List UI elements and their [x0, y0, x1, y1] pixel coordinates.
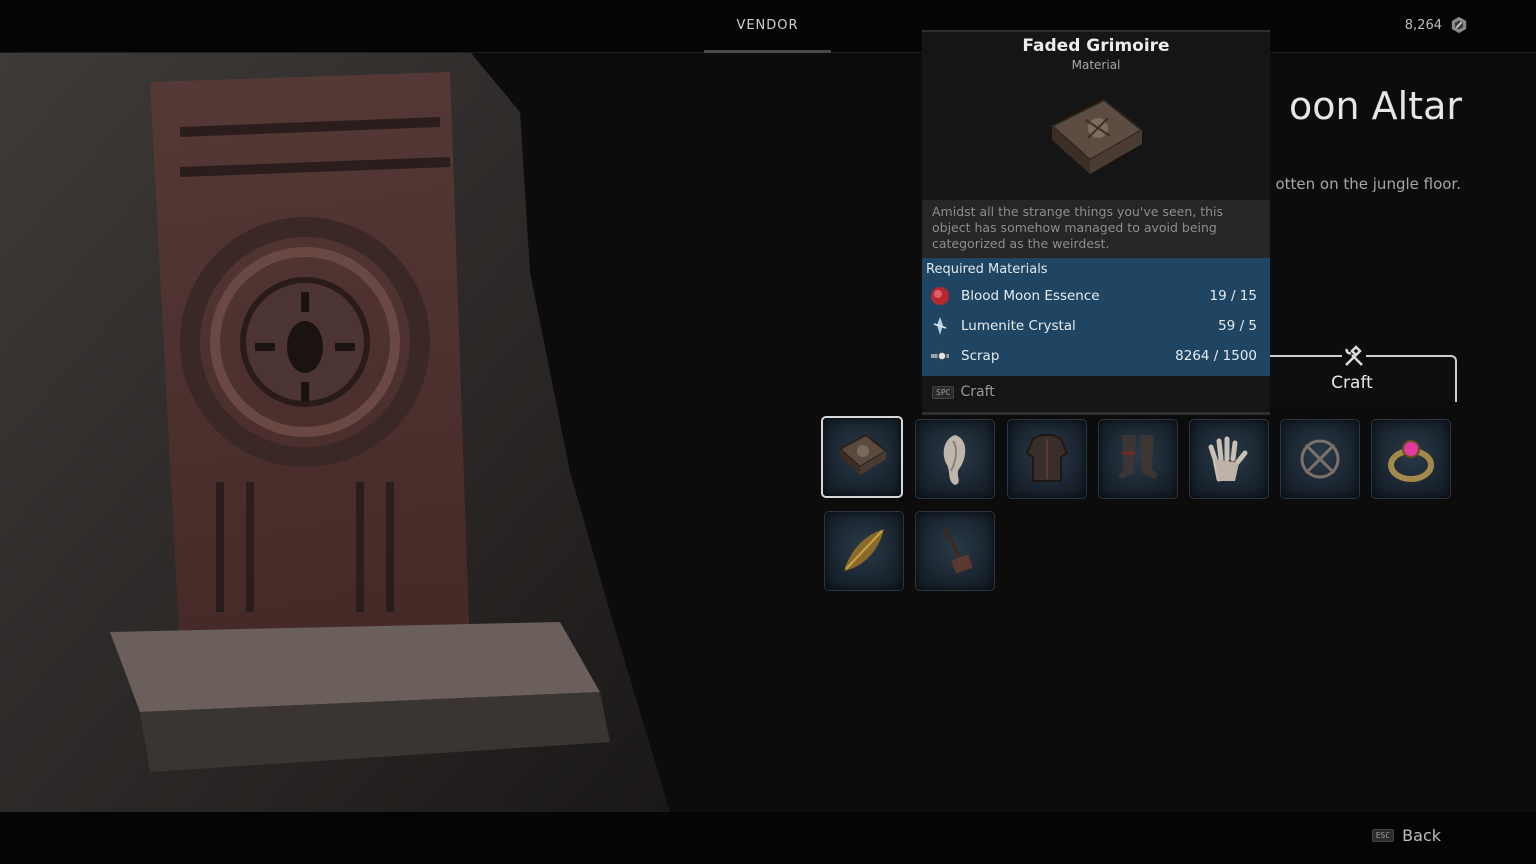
mallet-icon: [943, 528, 973, 574]
currency-value: 8,264: [1404, 17, 1442, 33]
tooltip-description: Amidst all the strange things you've see…: [932, 204, 1223, 251]
item-slot-ring[interactable]: [1371, 419, 1451, 499]
lumenite-crystal-icon: [933, 317, 947, 335]
craft-tab[interactable]: Craft: [1262, 345, 1457, 402]
tooltip-description-box: Amidst all the strange things you've see…: [922, 200, 1270, 258]
chest-armor-icon: [1025, 434, 1069, 482]
item-slot-gloves[interactable]: [1189, 419, 1269, 499]
currency-display: 8,264: [1405, 16, 1468, 34]
material-row: Scrap 8264 / 1500: [922, 342, 1270, 370]
vendor-title: oon Altar: [1288, 84, 1462, 128]
golden-feather-icon: [844, 529, 884, 571]
crossed-ring-amulet-icon: [1300, 439, 1340, 479]
required-materials-title: Required Materials: [926, 262, 1048, 277]
item-tooltip: Faded Grimoire Material Amidst all the s…: [922, 30, 1270, 415]
item-slot-hair[interactable]: [915, 419, 995, 499]
spacebar-key-hint: SPC: [932, 385, 955, 399]
item-slot-leg-armor[interactable]: [1098, 419, 1178, 499]
material-row: Blood Moon Essence 19 / 15: [922, 282, 1270, 310]
vendor-description: otten on the jungle floor.: [1275, 175, 1461, 193]
pink-gem-ring-icon: [1388, 440, 1434, 482]
hair-item-icon: [943, 435, 966, 485]
faded-grimoire-image: [1050, 98, 1144, 174]
grimoire-icon: [838, 433, 888, 475]
tooltip-item-name: Faded Grimoire: [1022, 36, 1170, 56]
item-slot-mallet[interactable]: [915, 511, 995, 591]
top-bar: VENDOR 8,264: [0, 0, 1536, 53]
material-name: Scrap: [961, 348, 1000, 364]
material-count: 59 / 5: [1218, 318, 1257, 334]
back-button[interactable]: ESC Back: [1371, 826, 1441, 845]
blood-moon-essence-icon: [931, 287, 949, 305]
material-count: 8264 / 1500: [1175, 348, 1257, 364]
required-materials-panel: Required Materials Blood Moon Essence 19…: [922, 258, 1270, 376]
scrap-icon: [931, 351, 949, 361]
item-slot-feather[interactable]: [824, 511, 904, 591]
item-slot-chest-armor[interactable]: [1007, 419, 1087, 499]
item-slot-amulet[interactable]: [1280, 419, 1360, 499]
material-name: Blood Moon Essence: [961, 288, 1100, 304]
hammer-wrench-icon: [1342, 345, 1366, 369]
craft-action[interactable]: SPC Craft: [932, 384, 995, 400]
esc-key-hint: ESC: [1371, 829, 1395, 842]
craft-action-label: Craft: [960, 384, 995, 400]
leg-armor-icon: [1118, 435, 1158, 479]
item-slot-faded-grimoire[interactable]: [821, 416, 903, 498]
craft-tab-label: Craft: [1331, 373, 1373, 393]
altar-artwork: [0, 52, 670, 812]
material-count: 19 / 15: [1209, 288, 1258, 304]
bottom-bar: [0, 812, 1536, 864]
tooltip-item-type: Material: [1071, 58, 1121, 72]
gloves-icon: [1208, 436, 1248, 482]
scrap-currency-icon: [1451, 16, 1467, 34]
material-row: Lumenite Crystal 59 / 5: [922, 312, 1270, 340]
material-name: Lumenite Crystal: [961, 318, 1076, 334]
tab-vendor[interactable]: VENDOR: [704, 0, 831, 53]
back-label: Back: [1402, 826, 1441, 845]
